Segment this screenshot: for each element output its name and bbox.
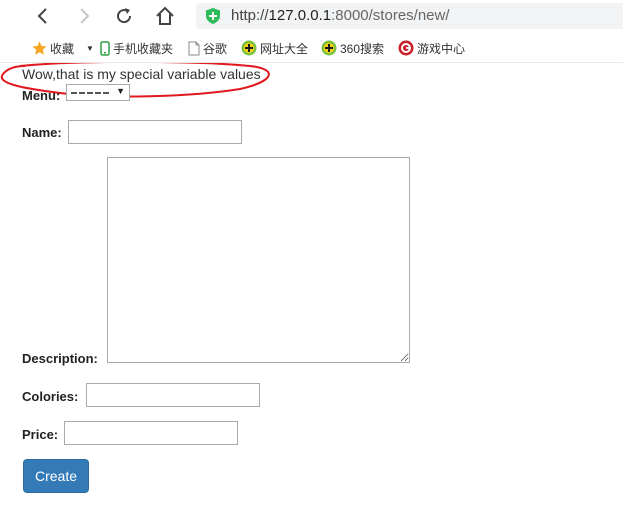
back-arrow-icon (37, 8, 47, 24)
page-icon (188, 41, 200, 55)
bookmark-label: 网址大全 (260, 41, 309, 56)
address-bar[interactable]: http://127.0.0.1:8000/stores/new/ (196, 3, 623, 29)
colories-label: Colories: (22, 389, 79, 404)
game-icon (398, 40, 414, 56)
description-field[interactable] (107, 157, 410, 363)
chevron-down-icon: ▼ (116, 86, 125, 96)
description-label: Description: (22, 351, 98, 366)
back-button[interactable] (31, 4, 55, 28)
reload-button[interactable] (112, 4, 136, 28)
chevron-down-icon[interactable]: ▼ (86, 44, 94, 53)
bookmark-label: 手机收藏夹 (113, 41, 174, 56)
price-field[interactable] (64, 421, 238, 445)
bookmarks-bar: 收藏 ▼ 手机收藏夹 谷歌 网址大全 360搜索 游戏中心 (0, 34, 623, 63)
secure-shield-icon (206, 8, 220, 24)
forward-button[interactable] (72, 4, 96, 28)
url-port: :8000 (331, 7, 369, 24)
create-button[interactable]: Create (23, 459, 89, 493)
select-placeholder (71, 92, 111, 94)
bookmark-label: 谷歌 (203, 41, 228, 56)
reload-icon (117, 8, 132, 24)
bookmark-hao[interactable]: 网址大全 (241, 40, 308, 56)
bookmark-label: 360搜索 (340, 41, 385, 56)
plus-circle-icon (321, 40, 337, 56)
star-icon (32, 41, 47, 55)
menu-select[interactable]: ▼ (66, 84, 130, 101)
phone-icon (100, 40, 110, 56)
bookmark-game-center[interactable]: 游戏中心 (398, 40, 465, 56)
name-label: Name: (22, 125, 62, 140)
home-icon (156, 6, 174, 25)
colories-field[interactable] (86, 383, 260, 407)
bookmark-google[interactable]: 谷歌 (188, 40, 227, 56)
special-message: Wow,that is my special variable values (22, 66, 261, 82)
bookmark-360-search[interactable]: 360搜索 (321, 40, 384, 56)
forward-arrow-icon (80, 8, 90, 24)
plus-circle-icon (241, 40, 257, 56)
bookmark-label: 收藏 (50, 41, 75, 56)
bookmark-mobile[interactable]: 手机收藏夹 (100, 40, 173, 56)
menu-label: Menu: (22, 88, 61, 103)
name-field[interactable] (68, 120, 242, 144)
url-text: http://127.0.0.1:8000/stores/new/ (231, 7, 450, 24)
page-content: Wow,that is my special variable values M… (0, 63, 623, 509)
url-scheme: http:// (231, 7, 269, 24)
url-host: 127.0.0.1 (268, 7, 332, 24)
bookmark-label: 游戏中心 (417, 41, 466, 56)
home-button[interactable] (153, 4, 177, 28)
browser-toolbar: http://127.0.0.1:8000/stores/new/ (0, 0, 623, 34)
url-path: /stores/new/ (368, 7, 450, 24)
price-label: Price: (22, 427, 59, 442)
bookmark-favorites[interactable]: 收藏 ▼ (32, 40, 94, 56)
